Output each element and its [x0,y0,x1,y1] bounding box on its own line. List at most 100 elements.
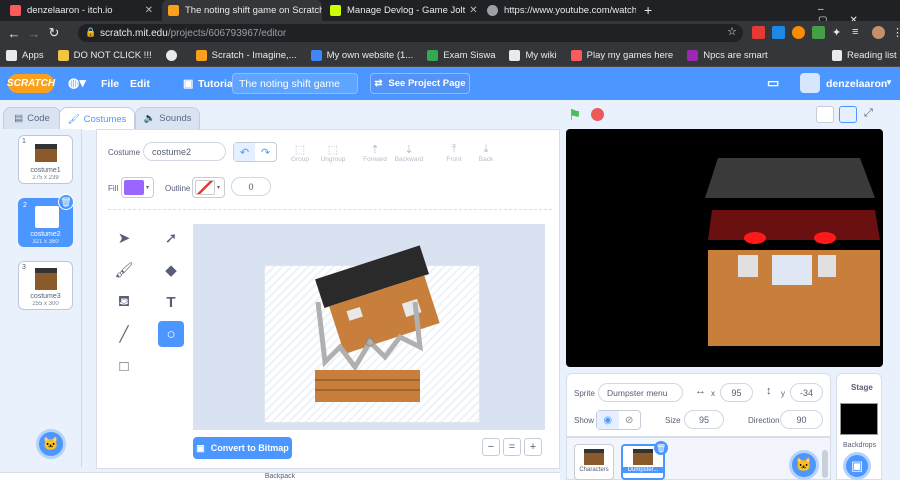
reading-list-button[interactable]: Reading list [832,50,897,61]
circle-tool-icon[interactable]: ○ [158,321,184,347]
browser-tab-active[interactable]: The noting shift game on Scratch ✕ [162,0,322,21]
close-tab-icon[interactable]: ✕ [141,5,153,16]
chevron-down-icon[interactable]: ▼ [885,78,893,87]
cat-plus-icon: 🐱 [42,436,60,451]
bookmark-label: Apps [22,50,44,61]
bookmark-item[interactable] [165,50,182,61]
sprite-thumbnail [584,449,604,465]
choose-costume-button[interactable]: 🐱 [36,429,66,459]
text-tool-icon[interactable]: T [158,289,184,315]
delete-trash-icon[interactable]: 🗑 [654,441,668,455]
line-tool-icon[interactable]: ╱ [111,321,137,347]
sprite-name-input[interactable]: Dumpster menu [598,383,683,402]
y-input[interactable]: -34 [790,383,823,402]
reload-icon[interactable]: ↻ [44,25,64,41]
tab-code[interactable]: ▤ Code [3,107,61,129]
backpack-bar[interactable]: Backpack [0,472,560,480]
ungroup-icon: ⬚ [327,144,339,156]
close-tab-icon[interactable]: ✕ [465,5,477,16]
stop-sign-icon[interactable] [591,108,604,121]
bookmark-item[interactable]: Exam Siswa [427,50,495,61]
url-bar[interactable]: 🔒 scratch.mit.edu/projects/606793967/edi… [78,24,743,42]
sprite-list-scrollbar[interactable] [822,450,828,478]
delete-trash-icon[interactable]: 🗑 [58,194,74,210]
bookmark-item[interactable]: My own website (1... [310,50,413,61]
see-project-label: See Project Page [388,78,466,89]
bookmark-item[interactable]: Scratch - Imagine,... [195,50,297,61]
costume-thumbnail [35,268,57,290]
eye-off-icon[interactable]: ⊘ [619,411,641,429]
bookmark-item[interactable]: Npcs are smart [687,50,768,61]
tab-costumes[interactable]: 🖌 Costumes [59,107,135,130]
dumpster-drawing[interactable] [300,242,450,412]
avatar[interactable] [800,73,820,93]
small-stage-icon[interactable] [816,106,834,123]
backward-button[interactable]: ⇣ Backward [393,143,425,163]
bookmark-item[interactable]: DO NOT CLICK !!! [57,50,152,61]
costume-name-input[interactable]: costume2 [143,142,226,161]
costume-tile[interactable]: 1 costume1 275 x 239 [18,135,73,184]
chrome-menu-icon[interactable]: ⋮ [892,26,900,39]
choose-backdrop-button[interactable]: ▣ [843,452,871,480]
profile-avatar[interactable] [872,26,885,39]
outline-color-picker[interactable]: ▾ [192,177,225,198]
browser-tab[interactable]: Manage Devlog - Game Jolt ✕ [324,0,479,21]
select-tool-icon[interactable]: ➤ [111,225,137,251]
extension-pocket-icon[interactable] [752,26,765,39]
front-button[interactable]: ⤒ Front [442,143,466,163]
see-project-page-button[interactable]: ⇄ See Project Page [370,73,470,94]
bookmark-apps[interactable]: Apps [6,50,44,61]
star-icon[interactable]: ☆ [727,25,737,38]
choose-sprite-button[interactable]: 🐱 [789,450,819,480]
folder-icon[interactable]: ▭ [767,75,779,91]
extension-orange-icon[interactable] [792,26,805,39]
undo-icon[interactable]: ↶ [234,143,255,161]
outline-width-input[interactable]: 0 [231,177,271,196]
fill-color-picker[interactable]: ▾ [121,177,154,198]
zoom-reset-button[interactable]: = [503,438,521,456]
extension-green-icon[interactable] [812,26,825,39]
eye-icon[interactable]: ◉ [597,411,619,429]
bookmark-favicon-icon [310,50,322,61]
menu-edit[interactable]: Edit [130,78,150,90]
globe-language-icon[interactable]: ◍▾ [68,75,86,91]
fullscreen-icon[interactable]: ⤢ [864,107,873,120]
group-button[interactable]: ⬚ Group [288,143,312,163]
browser-tab[interactable]: denzelaaron - itch.io ✕ [4,0,159,21]
username[interactable]: denzelaaron [826,78,887,90]
convert-label: Convert to Bitmap [210,443,289,453]
redo-icon[interactable]: ↷ [255,143,276,161]
reshape-tool-icon[interactable]: ➚ [158,225,184,251]
extension-grid-icon[interactable] [772,26,785,39]
bookmark-item[interactable]: My wiki [509,50,557,61]
bookmark-item[interactable]: Play my games here [570,50,673,61]
eraser-tool-icon[interactable]: ◆ [158,257,184,283]
back-arrow-icon[interactable]: ← [4,26,24,41]
forward-button[interactable]: ⇡ Forward [361,143,389,163]
fill-tool-icon[interactable]: ⛾ [111,289,137,315]
brush-tool-icon[interactable]: 🖌 [111,257,137,283]
sprite-tile[interactable]: Characters [574,444,614,480]
new-tab-button[interactable]: + [644,2,652,18]
stage-dumpster-sprite[interactable] [690,150,890,350]
back-button[interactable]: ⤓ Back [474,143,498,163]
menu-file[interactable]: File [101,78,119,90]
rectangle-tool-icon[interactable]: □ [111,353,137,379]
zoom-out-button[interactable]: − [482,438,500,456]
zoom-in-button[interactable]: + [524,438,542,456]
convert-to-bitmap-button[interactable]: ▣ Convert to Bitmap [193,437,292,459]
green-flag-icon[interactable]: ⚑ [568,106,581,124]
x-input[interactable]: 95 [720,383,753,402]
media-icon[interactable]: ≡ [852,26,865,39]
ungroup-button[interactable]: ⬚ Ungroup [318,143,348,163]
direction-input[interactable]: 90 [780,410,823,429]
project-title-input[interactable]: The noting shift game [232,73,358,94]
costume-tile[interactable]: 3 costume3 255 x 300 [18,261,73,310]
puzzle-icon[interactable]: ✦ [832,26,845,39]
tab-sounds[interactable]: 🔈 Sounds [135,107,200,129]
scratch-logo[interactable]: SCRATCH [7,74,55,93]
browser-tab[interactable]: https://www.youtube.com/watch ✕ [481,0,636,21]
large-stage-icon[interactable] [839,106,857,123]
forward-arrow-icon[interactable]: → [24,26,44,41]
size-input[interactable]: 95 [684,410,724,429]
